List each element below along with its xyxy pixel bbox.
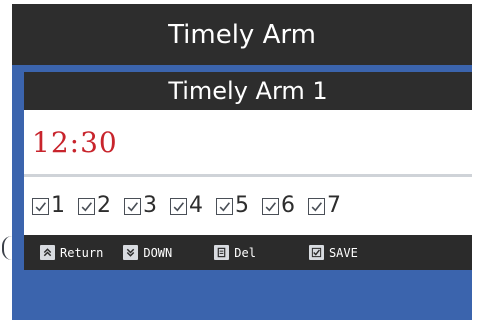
checkbox-icon[interactable] [262,197,279,215]
time-field[interactable]: 12:30 [24,110,472,174]
app-title: Timely Arm [168,19,316,50]
day-checkbox-3[interactable]: 3 [124,195,157,217]
double-chevron-down-icon [123,245,139,260]
save-button[interactable]: SAVE [308,235,358,270]
weekday-selector: 1 2 3 4 5 6 7 [24,177,472,235]
return-button[interactable]: Return [40,235,103,270]
return-label: Return [60,245,104,260]
delete-button[interactable]: Del [214,235,256,270]
checkbox-icon[interactable] [78,197,95,215]
down-button[interactable]: DOWN [123,235,172,270]
day-checkbox-6[interactable]: 6 [262,195,295,217]
day-checkbox-7[interactable]: 7 [308,195,341,217]
day-label: 2 [97,193,111,218]
action-bar: Return DOWN Del SAVE [24,235,472,270]
checkmark-icon [308,245,324,260]
down-label: DOWN [143,245,173,260]
app-title-bar: Timely Arm [12,4,472,65]
save-label: SAVE [328,245,358,260]
day-label: 4 [189,193,203,218]
day-checkbox-2[interactable]: 2 [78,195,111,217]
device-screen: Timely Arm Timely Arm 1 12:30 1 2 3 4 5 … [12,4,472,320]
checkbox-icon[interactable] [216,197,233,215]
delete-label: Del [234,245,256,260]
day-label: 5 [235,193,249,218]
checkbox-icon[interactable] [32,197,49,215]
checkbox-icon[interactable] [124,197,141,215]
day-checkbox-5[interactable]: 5 [216,195,249,217]
day-label: 3 [143,193,157,218]
checkbox-icon[interactable] [308,197,325,215]
time-value[interactable]: 12:30 [32,126,118,159]
day-checkbox-4[interactable]: 4 [170,195,203,217]
checkbox-icon[interactable] [170,197,187,215]
day-checkbox-1[interactable]: 1 [32,195,65,217]
dialog-title: Timely Arm 1 [168,77,328,105]
edge-artifact [2,236,12,260]
timely-arm-dialog: Timely Arm 1 12:30 1 2 3 4 5 6 7 Return … [24,72,472,270]
dialog-header: Timely Arm 1 [24,72,472,110]
document-icon [214,245,230,260]
day-label: 1 [51,193,65,218]
day-label: 7 [327,193,341,218]
double-chevron-up-icon [40,245,55,260]
day-label: 6 [281,193,295,218]
